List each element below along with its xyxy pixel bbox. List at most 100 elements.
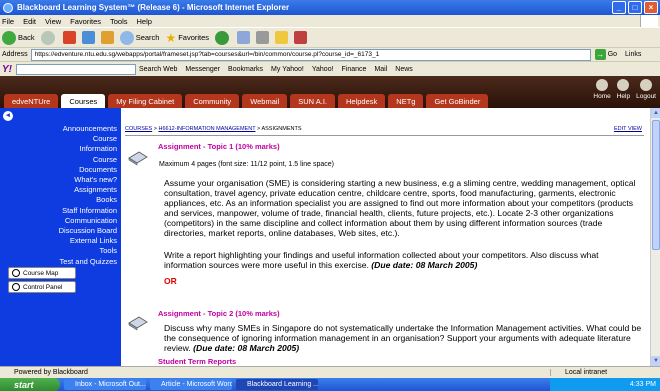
stop-button[interactable] [62, 31, 76, 44]
menu-file[interactable]: File [2, 17, 14, 26]
scroll-up-icon[interactable]: ▲ [651, 108, 660, 118]
messenger-button[interactable] [294, 31, 308, 44]
print-button[interactable] [256, 31, 270, 44]
help-icon [617, 79, 630, 91]
search-web-button[interactable]: Search Web [139, 66, 177, 73]
go-label: Go [607, 51, 618, 58]
help-link-label: Help [616, 93, 631, 100]
help-link[interactable]: Help [617, 79, 630, 100]
yahoo-logo-icon[interactable]: Y! [2, 64, 12, 75]
sidebar-item-tools[interactable]: Tools [59, 246, 117, 256]
sidebar-item-assignments[interactable]: Assignments [59, 185, 117, 195]
assignment-2-title[interactable]: Assignment - Topic 2 (10% marks) [158, 309, 280, 318]
control-panel-icon [12, 283, 20, 291]
system-tray: 4:33 PM [550, 378, 660, 391]
forward-arrow-icon [40, 30, 55, 45]
collapse-sidebar-icon[interactable]: ◂ [3, 111, 13, 121]
breadcrumb-course[interactable]: H6612-INFORMATION MANAGEMENT [158, 126, 255, 132]
history-button[interactable] [215, 30, 231, 45]
yahoo-news-button[interactable]: News [395, 66, 413, 73]
sidebar-item-discussion-board[interactable]: Discussion Board [59, 226, 117, 236]
go-button[interactable]: → Go [594, 49, 618, 60]
sidebar-item-test-and-quizzes[interactable]: Test and Quizzes [59, 257, 117, 267]
home-icon [100, 31, 114, 44]
my-yahoo-button[interactable]: My Yahoo! [271, 66, 304, 73]
address-input[interactable]: https://edventure.ntu.edu.sg/webapps/por… [30, 48, 591, 61]
sidebar-item-course-information-1[interactable]: Course [59, 134, 117, 144]
student-term-reports-title[interactable]: Student Term Reports [158, 357, 236, 366]
home-button[interactable] [100, 31, 114, 44]
sidebar-item-whats-new[interactable]: What's new? [59, 175, 117, 185]
sidebar-item-external-links[interactable]: External Links [59, 236, 117, 246]
breadcrumb-current: ASSIGNMENTS [261, 126, 302, 132]
course-menu: Announcements Course Information Course … [59, 124, 117, 267]
search-button[interactable]: Search [119, 30, 159, 45]
yahoo-messenger-button[interactable]: Messenger [185, 66, 220, 73]
close-button[interactable]: × [644, 1, 658, 14]
tab-my-filing-cabinet[interactable]: My Filing Cabinet [108, 94, 183, 108]
favorites-button[interactable]: ★ Favorites [165, 31, 209, 45]
page-scrollbar[interactable]: ▲ ▼ [650, 108, 660, 366]
tab-sun-ai[interactable]: SUN A.I. [290, 94, 335, 108]
tab-community[interactable]: Community [185, 94, 240, 108]
status-text: Powered by Blackboard [14, 369, 88, 376]
start-button[interactable]: start [0, 378, 60, 391]
scroll-down-icon[interactable]: ▼ [651, 356, 660, 366]
refresh-icon [81, 31, 95, 44]
yahoo-finance-button[interactable]: Finance [342, 66, 367, 73]
refresh-button[interactable] [81, 31, 95, 44]
breadcrumb-courses[interactable]: COURSES [125, 126, 152, 132]
logout-icon [640, 79, 653, 91]
menu-help[interactable]: Help [137, 17, 152, 26]
tab-courses[interactable]: Courses [61, 94, 106, 108]
sidebar-item-course-information-2[interactable]: Information [59, 144, 117, 154]
sidebar-item-announcements[interactable]: Announcements [59, 124, 117, 134]
sidebar-item-books[interactable]: Books [59, 195, 117, 205]
address-bar: Address https://edventure.ntu.edu.sg/web… [0, 47, 660, 61]
forward-button[interactable] [40, 30, 57, 45]
yahoo-button[interactable]: Yahoo! [312, 66, 334, 73]
control-panel-button[interactable]: Control Panel [8, 281, 76, 293]
sidebar-item-staff-information[interactable]: Staff Information [59, 206, 117, 216]
course-map-icon [12, 269, 20, 277]
mail-button[interactable] [237, 31, 251, 44]
yahoo-bookmarks-button[interactable]: Bookmarks [228, 66, 263, 73]
sidebar-item-communication[interactable]: Communication [59, 216, 117, 226]
links-button[interactable]: Links [625, 51, 641, 58]
assignments-content: COURSES > H6612-INFORMATION MANAGEMENT >… [121, 108, 650, 366]
menu-view[interactable]: View [45, 17, 61, 26]
or-label: OR [164, 276, 177, 286]
logout-link[interactable]: Logout [636, 79, 656, 100]
task-blackboard[interactable]: Blackboard Learning ... [236, 379, 318, 390]
star-icon: ★ [165, 30, 177, 45]
assignment-icon [128, 151, 148, 166]
back-label: Back [18, 33, 35, 42]
menu-favorites[interactable]: Favorites [70, 17, 101, 26]
sidebar-item-course-documents-1[interactable]: Course [59, 155, 117, 165]
clock: 4:33 PM [629, 381, 656, 388]
maximize-button[interactable]: □ [628, 1, 642, 14]
blackboard-tabs: edveNTUre Courses My Filing Cabinet Comm… [4, 94, 491, 108]
scroll-thumb[interactable] [652, 120, 660, 250]
minimize-button[interactable]: _ [612, 1, 626, 14]
home-link[interactable]: Home [593, 79, 611, 100]
yahoo-mail-button[interactable]: Mail [374, 66, 387, 73]
menu-edit[interactable]: Edit [23, 17, 36, 26]
tab-edventure[interactable]: edveNTUre [4, 94, 59, 108]
yahoo-search-input[interactable] [16, 63, 136, 75]
task-word-article[interactable]: Article - Microsoft Word [150, 379, 232, 390]
course-map-button[interactable]: Course Map [8, 267, 76, 279]
tab-get-gobinder[interactable]: Get GoBinder [426, 94, 489, 108]
tab-netg[interactable]: NETg [388, 94, 424, 108]
tab-webmail[interactable]: Webmail [242, 94, 288, 108]
edit-view-link[interactable]: EDIT VIEW [614, 126, 642, 132]
task-outlook-inbox[interactable]: Inbox - Microsoft Out... [64, 379, 146, 390]
folder-button[interactable] [275, 31, 289, 44]
window-title: Blackboard Learning System™ (Release 6) … [17, 3, 290, 12]
assignment-1-meta: Maximum 4 pages (font size: 11/12 point,… [159, 161, 334, 168]
tab-helpdesk[interactable]: Helpdesk [338, 94, 386, 108]
assignment-1-title[interactable]: Assignment - Topic 1 (10% marks) [158, 142, 280, 151]
back-button[interactable]: Back [2, 30, 35, 45]
sidebar-item-course-documents-2[interactable]: Documents [59, 165, 117, 175]
menu-tools[interactable]: Tools [110, 17, 128, 26]
